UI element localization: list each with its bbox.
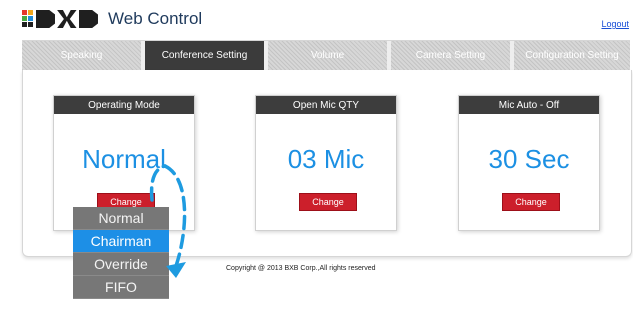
annotation-arrow-icon xyxy=(149,164,187,278)
